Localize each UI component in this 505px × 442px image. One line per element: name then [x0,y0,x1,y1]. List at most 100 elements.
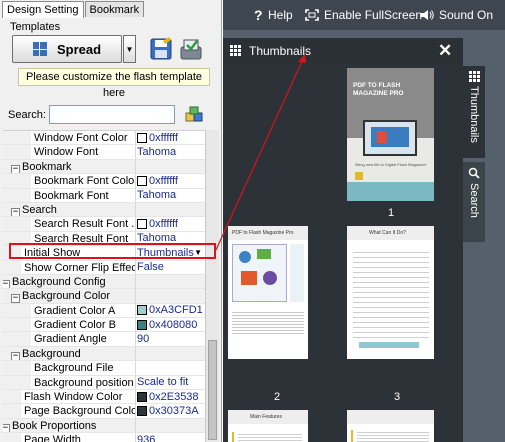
template-dropdown-button[interactable]: ▼ [123,35,136,63]
help-button[interactable]: ? Help [253,0,293,30]
property-row[interactable]: Background position Scale to fit [3,375,205,391]
property-value-cell[interactable]: False [136,261,205,275]
property-value-cell[interactable]: 0xffffff [136,174,205,189]
property-category[interactable]: − Background Color [3,289,205,304]
apply-template-icon[interactable] [178,37,204,61]
thumbnails-grid-icon [230,45,241,56]
property-value: Scale to fit [137,376,189,389]
property-value-cell[interactable]: 0x2E3538 [136,390,205,405]
property-row[interactable]: Window Font Color 0xffffff [3,131,205,146]
search-label: Search: [8,109,46,121]
template-select-button[interactable]: Spread [12,35,122,63]
property-row[interactable]: Flash Window Color 0x2E3538 [3,390,205,405]
property-label-cell: Page Background Color [3,404,136,419]
side-tab-thumbnails[interactable]: Thumbnails [463,66,485,158]
property-value-cell[interactable]: Thumbnails ▼ [136,246,205,261]
side-tab-search[interactable]: Search [463,162,485,242]
thumbnail-page-3[interactable]: What Can It Do? [347,226,434,359]
property-row[interactable]: Page Background Color 0x30373A [3,404,205,419]
dropdown-arrow-icon[interactable]: ▼ [194,246,202,259]
thumbnail-page-5[interactable] [347,410,434,442]
property-label: Search [22,203,57,216]
collapse-icon[interactable]: − [11,294,20,303]
property-value-cell[interactable]: Tahoma [136,145,205,160]
property-label: Bookmark Font Color [34,175,136,188]
thumbnail-page-1[interactable]: PDF TO FLASH MAGAZINE PRO Bring new life… [347,68,434,201]
sound-button[interactable]: Sound On [420,0,493,30]
side-tab-search-label: Search [468,183,480,218]
property-row[interactable]: Gradient Angle 90 [3,332,205,347]
property-row[interactable]: Page Width 936 [3,433,205,442]
color-swatch[interactable] [137,132,147,143]
property-row[interactable]: Bookmark Font Color 0xffffff [3,174,205,189]
customize-note: Please customize the flash template here [18,68,210,99]
property-value-cell [136,274,205,290]
property-category[interactable]: − Background Config [3,274,205,290]
property-row[interactable]: Gradient Color A 0xA3CFD1 [3,303,205,319]
search-input[interactable] [49,105,175,124]
thumbnails-tab-icon [468,71,480,82]
property-category[interactable]: − Bookmark [3,159,205,175]
property-grid: Window Font Color 0xffffff Window Font Taho… [3,130,205,442]
tab-design-setting[interactable]: Design Setting [2,1,84,18]
cover-tagline: Bring new life to Digital Flash Magazine… [355,162,427,167]
property-value-cell[interactable]: 0xA3CFD1 [136,304,205,319]
property-row[interactable]: Gradient Color B 0x408080 [3,318,205,333]
page2-illustration [232,244,287,302]
property-value-cell[interactable]: Tahoma [136,232,205,247]
property-value: 936 [137,433,156,442]
collapse-icon[interactable]: − [11,164,20,174]
close-icon[interactable]: ✕ [438,41,452,61]
property-label-cell: Bookmark Font [3,188,136,203]
property-value-cell[interactable]: 0x30373A [136,404,205,419]
collapse-icon[interactable]: − [11,351,20,361]
property-value-cell[interactable]: Tahoma [136,189,205,203]
design-panel: Design Setting Bookmark Templates Spread… [0,0,222,442]
thumbnails-list[interactable]: PDF TO FLASH MAGAZINE PRO Bring new life… [223,64,463,442]
thumbnail-page-4[interactable]: Main Features [228,410,308,442]
property-row[interactable]: Search Result Font ... 0xffffff [3,217,205,232]
property-row[interactable]: Show Corner Flip Effect False [3,260,205,275]
property-value-cell[interactable]: 0xffffff [136,217,205,232]
thumbnail-page-2[interactable]: PDF to Flash Magazine Pro [228,226,308,359]
property-category[interactable]: − Book Proportions [3,418,205,434]
color-swatch[interactable] [137,391,147,402]
property-label-cell: − Book Proportions [3,418,136,434]
property-row[interactable]: Background File [3,361,205,376]
property-label: Search Result Font [34,232,129,245]
property-row[interactable]: Window Font Tahoma [3,145,205,160]
search-options-icon[interactable] [184,105,204,125]
property-category[interactable]: − Search [3,202,205,218]
collapse-icon[interactable]: − [11,207,20,217]
property-value-cell[interactable]: 90 [136,332,205,347]
tab-bookmark[interactable]: Bookmark [84,1,145,17]
color-swatch[interactable] [137,219,147,230]
property-label-cell: Gradient Color A [3,303,136,319]
property-category[interactable]: − Background [3,346,205,362]
color-swatch[interactable] [137,175,147,186]
property-row[interactable]: Bookmark Font Tahoma [3,188,205,203]
property-label: Initial Show [24,247,81,260]
scrollbar-thumb[interactable] [208,340,217,440]
property-value-cell[interactable]: Scale to fit [136,376,205,391]
property-row[interactable]: Initial Show Thumbnails ▼ [3,246,205,261]
property-row[interactable]: Search Result Font Tahoma [3,231,205,247]
property-label-cell: − Search [3,202,136,218]
color-swatch[interactable] [137,406,147,417]
fullscreen-button[interactable]: Enable FullScreen [305,0,422,30]
property-label-cell: Bookmark Font Color [3,174,136,189]
page3-title: What Can It Do? [369,230,406,236]
property-value-cell[interactable]: 0x408080 [136,318,205,333]
color-swatch[interactable] [137,319,147,330]
property-value-cell[interactable] [136,361,205,376]
collapse-icon[interactable]: − [3,279,10,289]
save-template-icon[interactable] [149,37,173,61]
color-swatch[interactable] [137,305,147,316]
property-value-cell[interactable]: 0xffffff [136,131,205,146]
cover-laptop-image [363,120,417,156]
property-value: Tahoma [137,146,177,159]
property-grid-scrollbar[interactable] [205,130,219,442]
property-label-cell: − Background [3,346,136,362]
property-value-cell[interactable]: 936 [136,433,205,442]
collapse-icon[interactable]: − [3,423,10,433]
